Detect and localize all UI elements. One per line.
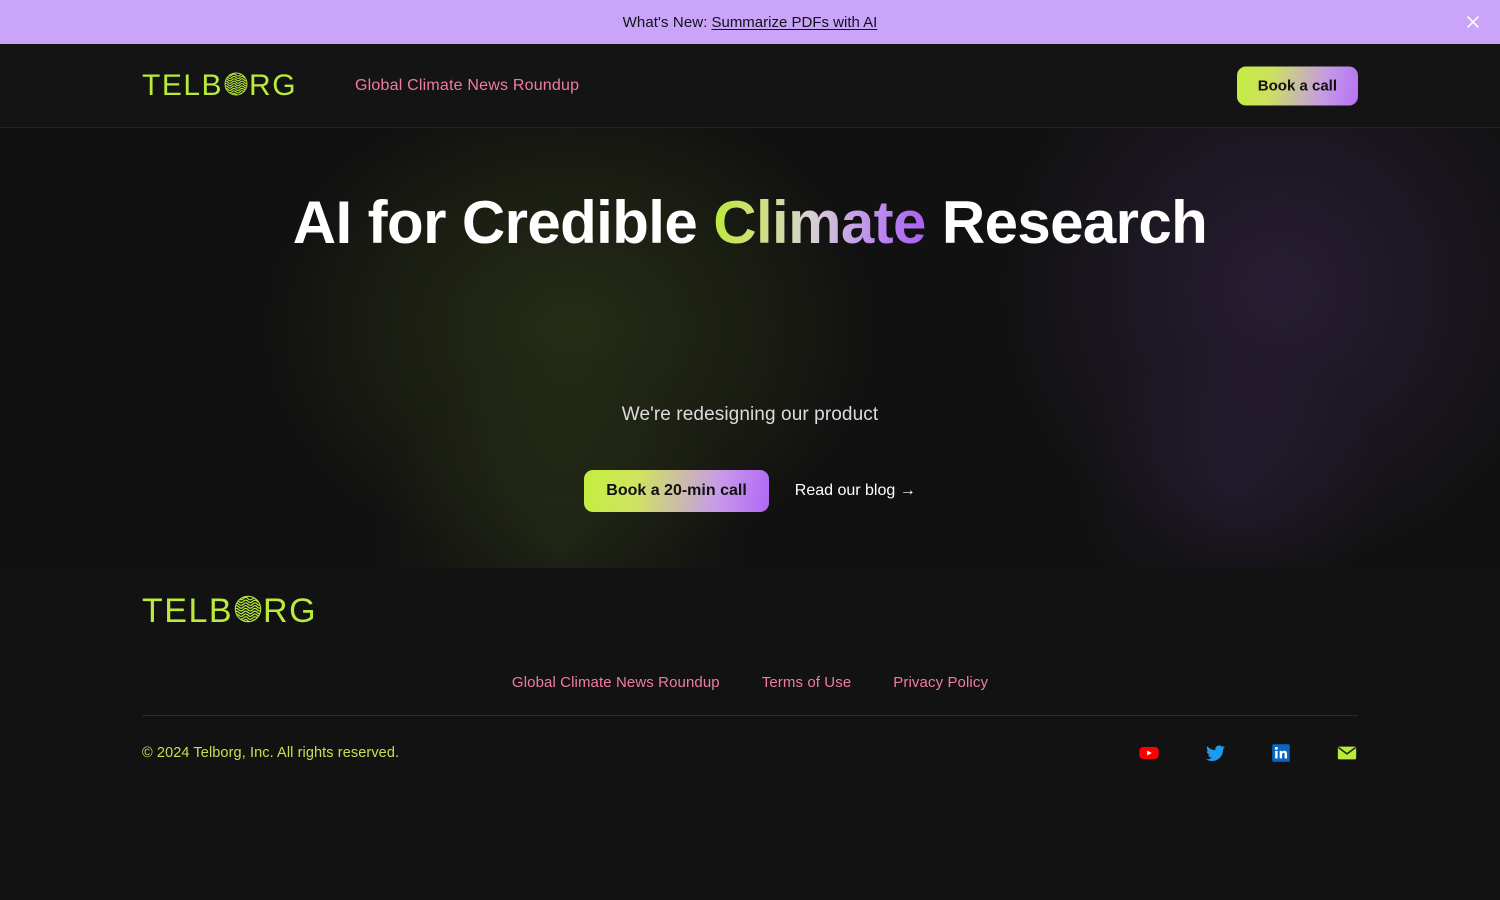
footer-link-privacy-policy[interactable]: Privacy Policy [893, 674, 988, 691]
hero-subtitle: We're redesigning our product [621, 404, 879, 425]
hero-actions: Book a 20-min call Read our blog → [142, 470, 1358, 512]
logo-text-before: TELB [142, 68, 224, 102]
email-icon[interactable] [1336, 742, 1358, 764]
nav-item-global-climate-news-roundup[interactable]: Global Climate News Roundup [355, 77, 579, 95]
hero-title-highlight: Climate [713, 189, 926, 256]
twitter-icon[interactable] [1204, 742, 1226, 764]
hero-section: AI for Credible Climate Research We're r… [0, 128, 1500, 568]
page-root: What's New: Summarize PDFs with AI TELB [0, 0, 1500, 900]
close-icon[interactable] [1462, 11, 1484, 33]
wave-circle-icon [233, 594, 263, 628]
social-links [1138, 742, 1358, 764]
announcement-banner: What's New: Summarize PDFs with AI [0, 0, 1500, 44]
book-20-min-call-button[interactable]: Book a 20-min call [584, 470, 769, 512]
copyright-text: © 2024 Telborg, Inc. All rights reserved… [142, 745, 400, 761]
header-logo[interactable]: TELB RG [142, 68, 298, 102]
footer-bottom: © 2024 Telborg, Inc. All rights reserved… [142, 716, 1358, 790]
youtube-icon[interactable] [1138, 742, 1160, 764]
book-a-call-button[interactable]: Book a call [1236, 66, 1358, 105]
footer-links: Global Climate News Roundup Terms of Use… [142, 674, 1358, 715]
hero-title-part2: Research [925, 189, 1208, 256]
footer-link-global-climate-news-roundup[interactable]: Global Climate News Roundup [512, 674, 720, 691]
site-header: TELB RG Global Climate News Roundup Book… [0, 44, 1500, 128]
read-our-blog-link[interactable]: Read our blog → [795, 482, 916, 500]
wave-circle-icon [223, 71, 249, 101]
announcement-link[interactable]: Summarize PDFs with AI [711, 14, 877, 31]
hero-title-part1: AI for Credible [292, 189, 714, 256]
footer-link-terms-of-use[interactable]: Terms of Use [762, 674, 852, 691]
logo-text-after: RG [249, 68, 298, 102]
site-footer: TELB RG Global Climate News Roundup Term… [0, 568, 1500, 790]
footer-logo[interactable]: TELB RG [142, 594, 317, 628]
announcement-prefix: What's New: [622, 13, 708, 31]
footer-logo-text-after: RG [263, 592, 318, 630]
page-title: AI for Credible Climate Research [142, 188, 1358, 257]
footer-logo-text-before: TELB [142, 592, 234, 630]
linkedin-icon[interactable] [1270, 742, 1292, 764]
